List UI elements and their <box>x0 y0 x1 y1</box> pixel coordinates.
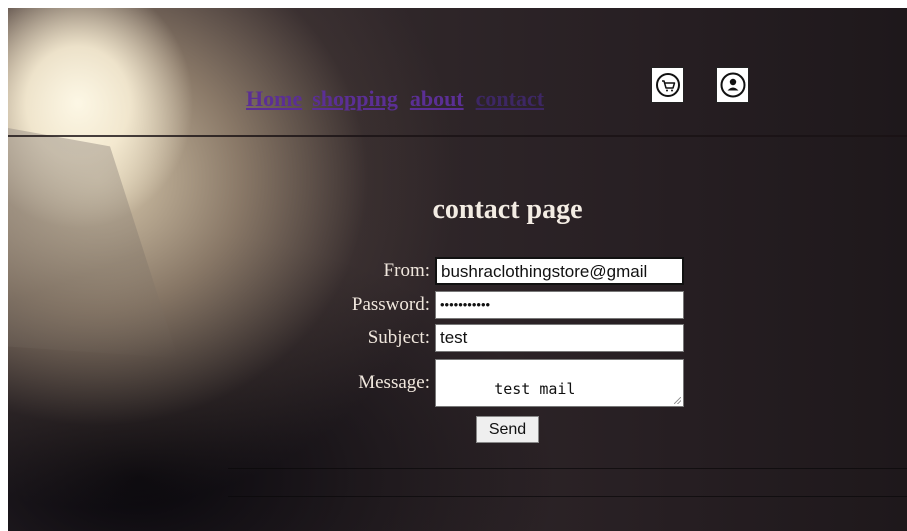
message-row: Message: test mail <box>308 359 684 407</box>
subject-row: Subject: test <box>308 324 684 352</box>
subject-label: Subject: <box>367 327 430 348</box>
send-button[interactable]: Send <box>476 416 539 443</box>
password-row: Password: ••••••••••• <box>308 291 684 319</box>
message-label: Message: <box>358 372 430 393</box>
footer-divider-top <box>228 468 907 469</box>
from-row: From: bushraclothingstore@gmail <box>308 257 684 285</box>
nav-home-link[interactable]: Home <box>246 86 302 112</box>
nav-shopping-link[interactable]: shopping <box>312 86 398 112</box>
message-text: test mail <box>494 380 576 398</box>
subject-field[interactable]: test <box>435 324 684 352</box>
main-nav: Home shopping about contact <box>246 86 556 116</box>
cart-icon <box>655 73 680 97</box>
password-label: Password: <box>351 294 430 315</box>
user-icon <box>720 72 745 98</box>
page-title: contact page <box>432 194 583 225</box>
light-streak <box>8 128 178 358</box>
message-textarea[interactable]: test mail <box>435 359 684 407</box>
resize-grip-icon[interactable] <box>674 397 681 404</box>
nav-contact-link[interactable]: contact <box>476 86 544 112</box>
from-label: From: <box>383 260 430 281</box>
footer-divider-bottom <box>228 496 907 497</box>
password-field[interactable]: ••••••••••• <box>435 291 684 319</box>
cart-button[interactable] <box>651 67 684 103</box>
nav-about-link[interactable]: about <box>410 86 464 112</box>
user-button[interactable] <box>716 67 749 103</box>
page-background: Home shopping about contact contact page… <box>8 8 907 531</box>
from-field[interactable]: bushraclothingstore@gmail <box>435 257 684 285</box>
nav-divider <box>8 135 907 137</box>
